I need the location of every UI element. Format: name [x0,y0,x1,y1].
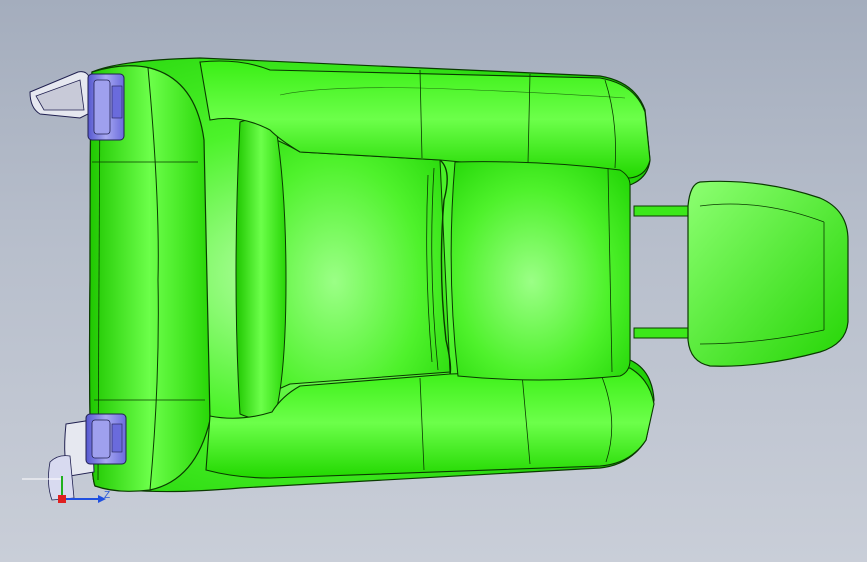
headrest-post-upper[interactable] [633,205,695,217]
graphics-viewport[interactable]: Z [0,0,867,562]
triad-z-label: Z [104,490,111,501]
cad-model-view[interactable] [0,0,867,562]
upper-mounting-bracket[interactable] [29,71,125,141]
seat-backrest[interactable] [450,161,631,381]
headrest-post-lower[interactable] [633,327,695,339]
cushion-front-roll[interactable] [235,118,287,419]
